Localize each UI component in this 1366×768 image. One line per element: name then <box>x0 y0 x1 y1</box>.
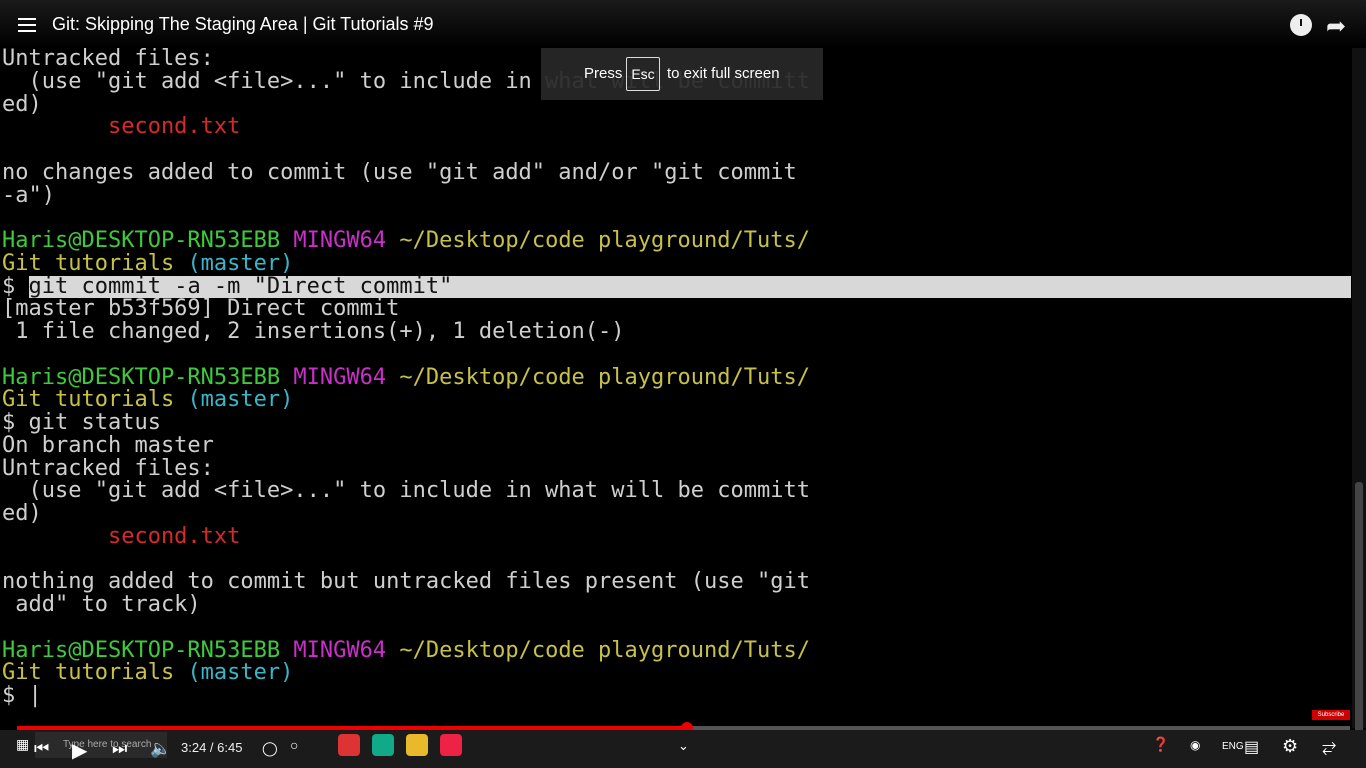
file-explorer-icon[interactable] <box>406 734 428 756</box>
terminal-text: nothing added to commit but untracked fi… <box>2 569 810 595</box>
terminal-text: Git tutorials <box>2 250 188 276</box>
share-icon[interactable]: ➦ <box>1326 12 1346 41</box>
terminal-output[interactable]: Untracked files: (use "git add <file>...… <box>2 46 1352 708</box>
scrollbar-thumb[interactable] <box>1355 482 1363 752</box>
terminal-line: On branch master <box>2 432 1352 458</box>
language-indicator[interactable]: ENG <box>1222 741 1244 752</box>
fullscreen-exit-toast: Press Esc to exit full screen <box>541 48 823 100</box>
terminal-text: ed) <box>2 91 42 117</box>
terminal-text: ed) <box>2 501 42 526</box>
terminal-text: $ | <box>2 683 42 708</box>
settings-gear-icon[interactable]: ⚙ <box>1282 736 1298 757</box>
time-current: 3:24 <box>181 740 207 755</box>
terminal-text: second.txt <box>2 523 241 549</box>
terminal-text: ~/Desktop/code playground/Tuts/ <box>399 637 810 663</box>
terminal-text: MINGW64 <box>293 364 400 390</box>
terminal-text: Git tutorials <box>2 660 188 686</box>
esc-key-label: Esc <box>626 57 660 91</box>
terminal-text: ~/Desktop/code playground/Tuts/ <box>399 228 810 253</box>
terminal-text: Git tutorials <box>2 387 188 413</box>
terminal-line: Haris@DESKTOP-RN53EBB MINGW64 ~/Desktop/… <box>2 364 1352 390</box>
terminal-text: [master b53f569] Direct commit <box>2 296 400 322</box>
terminal-line: Haris@DESKTOP-RN53EBB MINGW64 ~/Desktop/… <box>2 637 1352 663</box>
terminal-line: ed) <box>2 501 1352 526</box>
chrome-icon[interactable] <box>338 734 360 756</box>
help-icon[interactable]: ❓ <box>1152 736 1169 753</box>
terminal-line: 1 file changed, 2 insertions(+), 1 delet… <box>2 319 1352 344</box>
terminal-text: -a") <box>2 182 55 208</box>
watch-later-icon[interactable] <box>1290 14 1312 36</box>
tray-icons[interactable]: ◉ <box>1190 738 1200 752</box>
play-icon[interactable]: ▶ <box>72 738 87 763</box>
previous-icon[interactable]: ⏮ <box>34 739 49 759</box>
terminal-text: (master) <box>187 387 294 413</box>
cortana-icon[interactable]: ○ <box>290 737 298 753</box>
time-display: 3:24 / 6:45 <box>181 740 242 755</box>
terminal-line: second.txt <box>2 114 1352 140</box>
terminal-line: Git tutorials (master) <box>2 387 1352 413</box>
terminal-line: [master b53f569] Direct commit <box>2 296 1352 322</box>
time-total: 6:45 <box>217 740 243 755</box>
taskbar-search-input[interactable]: Type here to search <box>35 732 167 758</box>
terminal-text: Haris@DESKTOP-RN53EBB <box>2 637 294 663</box>
menu-icon[interactable] <box>18 18 38 36</box>
terminal-text: 1 file changed, 2 insertions(+), 1 delet… <box>2 319 625 344</box>
terminal-text: Haris@DESKTOP-RN53EBB <box>2 228 294 253</box>
video-title[interactable]: Git: Skipping The Staging Area | Git Tut… <box>52 14 434 35</box>
subscribe-badge[interactable]: Subscribe <box>1312 710 1350 720</box>
terminal-text: Untracked files: <box>2 455 214 481</box>
terminal-line: second.txt <box>2 523 1352 549</box>
terminal-text: Untracked files: <box>2 46 214 71</box>
toast-press-label: Press <box>584 65 623 82</box>
terminal-text: no changes added to commit (use "git add… <box>2 159 797 185</box>
terminal-text: (use "git add <file>..." to include in w… <box>2 478 810 504</box>
next-icon[interactable]: ⏭ <box>112 739 127 759</box>
terminal-line: no changes added to commit (use "git add… <box>2 159 1352 185</box>
terminal-text: add" to track) <box>2 592 201 617</box>
terminal-line: Haris@DESKTOP-RN53EBB MINGW64 ~/Desktop/… <box>2 228 1352 253</box>
terminal-line: Git tutorials (master) <box>2 250 1352 276</box>
chevron-down-icon[interactable]: ⌄ <box>678 738 689 754</box>
time-separator: / <box>206 740 218 755</box>
terminal-text: (master) <box>187 250 294 276</box>
terminal-line: Untracked files: <box>2 455 1352 481</box>
terminal-line: (use "git add <file>..." to include in w… <box>2 478 1352 504</box>
terminal-text: (master) <box>187 660 294 686</box>
terminal-text: git commit -a -m "Direct commit" <box>28 275 1351 299</box>
terminal-text: $ <box>2 273 29 299</box>
terminal-text: MINGW64 <box>293 228 400 253</box>
terminal-line: $ git status <box>2 410 1352 435</box>
exit-fullscreen-icon[interactable]: ⥂ <box>1322 736 1336 757</box>
terminal-line: nothing added to commit but untracked fi… <box>2 569 1352 595</box>
volume-icon[interactable]: 🔈 <box>150 739 171 759</box>
chrome-profile-icon[interactable] <box>372 734 394 756</box>
terminal-text: MINGW64 <box>293 637 400 663</box>
terminal-text: second.txt <box>2 114 241 140</box>
terminal-line: $ git commit -a -m "Direct commit" <box>2 273 1352 299</box>
terminal-line: Git tutorials (master) <box>2 660 1352 686</box>
captions-icon[interactable]: ▤ <box>1244 737 1259 757</box>
terminal-text: $ git status <box>2 410 161 435</box>
terminal-line: -a") <box>2 182 1352 208</box>
terminal-text: Haris@DESKTOP-RN53EBB <box>2 364 294 390</box>
toast-message: to exit full screen <box>667 65 780 82</box>
terminal-line: $ | <box>2 683 1352 708</box>
terminal-text: On branch master <box>2 432 214 458</box>
git-bash-icon[interactable] <box>440 734 462 756</box>
terminal-line: add" to track) <box>2 592 1352 617</box>
edge-icon[interactable]: ◯ <box>262 740 278 757</box>
windows-start-icon[interactable]: ▦ <box>16 736 29 753</box>
terminal-text: ~/Desktop/code playground/Tuts/ <box>399 364 810 390</box>
video-title-bar: Git: Skipping The Staging Area | Git Tut… <box>0 0 1366 48</box>
terminal-scrollbar[interactable] <box>1352 48 1366 752</box>
